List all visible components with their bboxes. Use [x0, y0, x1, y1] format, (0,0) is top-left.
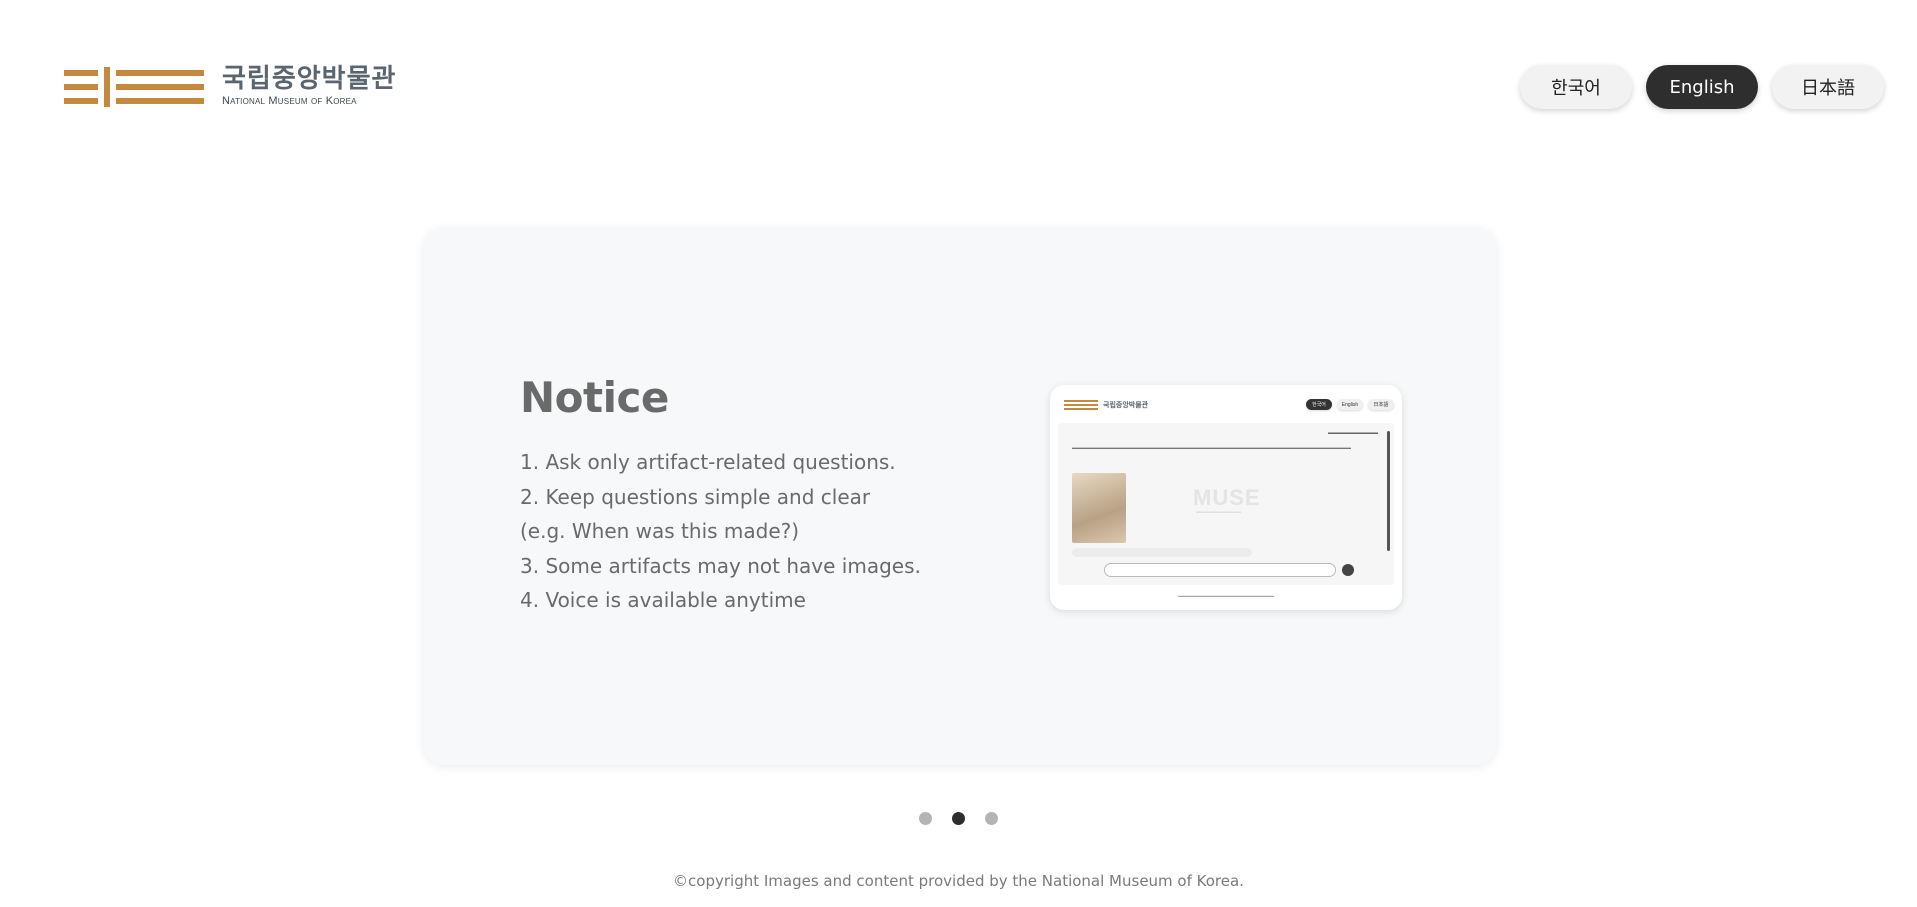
notice-item: 2. Keep questions simple and clear: [520, 484, 871, 509]
preview-chat-area: ▬▬▬▬▬▬▬▬▬▬ ▬▬▬▬▬▬▬▬▬▬▬▬▬▬▬▬▬▬▬▬▬▬▬▬▬▬▬▬▬…: [1058, 423, 1394, 585]
preview-watermark: MUSE: [1193, 485, 1261, 510]
preview-watermark-sub: ▬▬▬▬▬▬▬▬▬: [1196, 509, 1241, 515]
carousel-dot-1[interactable]: [919, 812, 932, 825]
preview-lang-korean: 한국어: [1306, 399, 1332, 410]
preview-audio-player: [1072, 548, 1252, 557]
notice-item: 4. Voice is available anytime: [520, 588, 806, 612]
carousel-indicators: [0, 812, 1917, 825]
preview-footer: ▬▬▬▬▬▬▬▬▬▬▬▬▬▬▬▬▬▬▬▬▬▬▬▬: [1178, 593, 1274, 598]
logo-english-name: National Museum of Korea: [222, 95, 357, 107]
preview-user-bubble: ▬▬▬▬▬▬▬▬▬▬: [1328, 430, 1378, 436]
notice-list: 1. Ask only artifact-related questions. …: [520, 445, 921, 618]
notice-item: (e.g. When was this made?): [520, 519, 800, 543]
preview-lang-english: English: [1337, 399, 1363, 410]
preview-logo-mark-icon: [1064, 400, 1098, 410]
preview-send-icon: [1342, 564, 1354, 576]
preview-scrollbar: [1387, 431, 1390, 551]
preview-logo-text: 국립중앙박물관: [1103, 402, 1149, 409]
preview-chat-input: [1104, 563, 1336, 577]
preview-artifact-image: [1072, 473, 1126, 543]
carousel-dot-2[interactable]: [952, 812, 965, 825]
preview-answer-text: ▬▬▬▬▬▬▬▬▬▬▬▬▬▬▬▬▬▬▬▬▬▬▬▬▬▬▬▬▬▬▬▬▬▬▬▬▬▬▬▬…: [1072, 445, 1351, 450]
notice-title: Notice: [520, 373, 669, 422]
preview-lang-buttons: 한국어 English 日本語: [1306, 399, 1394, 410]
notice-item: 3. Some artifacts may not have images.: [520, 553, 921, 578]
carousel-dot-3[interactable]: [985, 812, 998, 825]
logo-mark-icon: [64, 66, 204, 107]
museum-logo[interactable]: 국립중앙박물관 National Museum of Korea: [64, 66, 396, 107]
lang-japanese-button[interactable]: 日本語: [1772, 65, 1884, 109]
preview-logo: 국립중앙박물관: [1064, 400, 1148, 410]
language-selector: 한국어 English 日本語: [1520, 65, 1884, 109]
app-preview-image: 국립중앙박물관 한국어 English 日本語 ▬▬▬▬▬▬▬▬▬▬ ▬▬▬▬▬…: [1050, 385, 1402, 610]
copyright-text: ©copyright Images and content provided b…: [673, 872, 1244, 890]
preview-lang-japanese: 日本語: [1368, 399, 1394, 410]
logo-text: 국립중앙박물관 National Museum of Korea: [222, 66, 396, 107]
lang-korean-button[interactable]: 한국어: [1520, 65, 1632, 109]
logo-korean-name: 국립중앙박물관: [222, 64, 397, 94]
notice-item: 1. Ask only artifact-related questions.: [520, 450, 896, 474]
lang-english-button[interactable]: English: [1646, 65, 1758, 109]
notice-card: Notice 1. Ask only artifact-related ques…: [424, 227, 1496, 765]
